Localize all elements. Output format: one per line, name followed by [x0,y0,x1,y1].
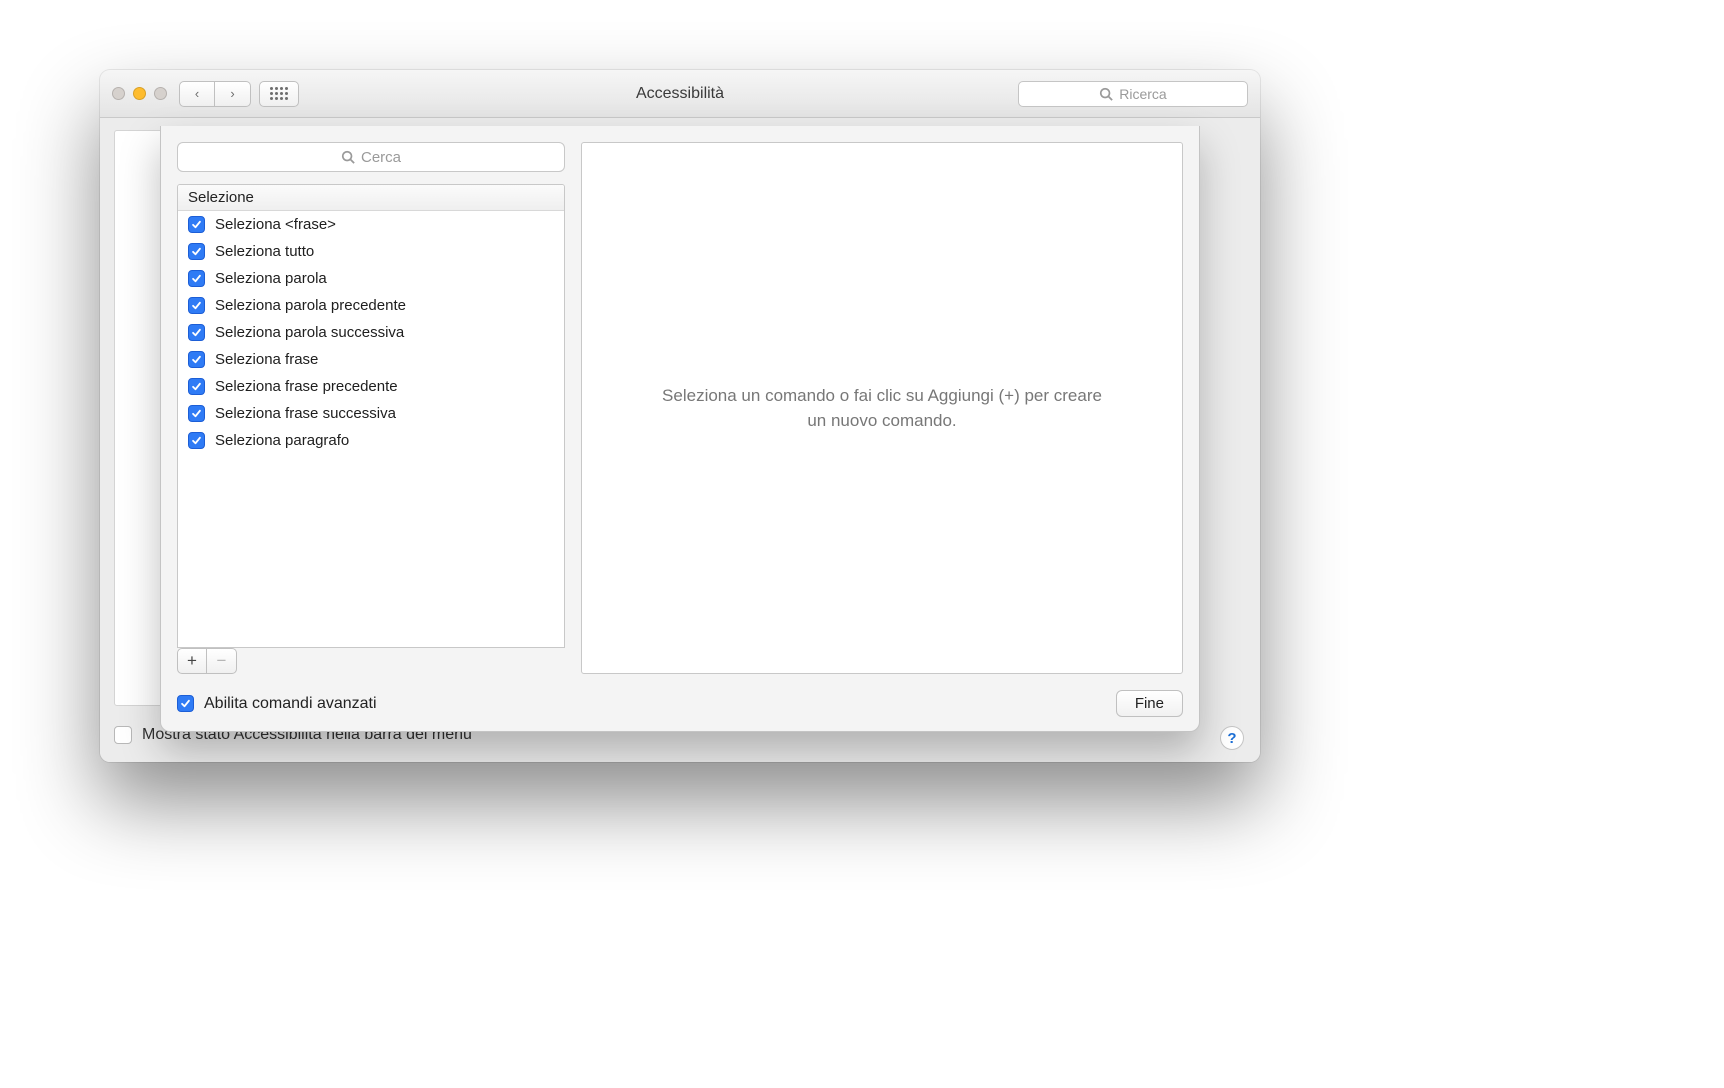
preferences-window: ‹ › Accessibilità Ricerca [100,70,1260,762]
search-icon [1099,87,1113,101]
done-button-label: Fine [1135,695,1164,712]
command-label: Seleziona <frase> [215,216,336,233]
close-window-button[interactable] [112,87,125,100]
list-item[interactable]: Seleziona frase successiva [178,400,564,427]
titlebar: ‹ › Accessibilità Ricerca [100,70,1260,118]
toolbar-search-placeholder: Ricerca [1119,86,1166,102]
chevron-left-icon: ‹ [195,86,199,101]
show-all-button[interactable] [259,81,299,107]
plus-icon: + [187,651,197,671]
done-button[interactable]: Fine [1116,690,1183,717]
add-command-button[interactable]: + [177,648,207,674]
command-label: Seleziona tutto [215,243,314,260]
command-checkbox[interactable] [188,216,205,233]
command-label: Seleziona frase [215,351,318,368]
command-label: Seleziona paragrafo [215,432,349,449]
nav-forward-button[interactable]: › [215,81,251,107]
command-label: Seleziona parola precedente [215,297,406,314]
command-label: Seleziona parola successiva [215,324,404,341]
remove-command-button[interactable]: − [207,648,237,674]
command-checkbox[interactable] [188,297,205,314]
minus-icon: − [217,651,227,671]
zoom-window-button[interactable] [154,87,167,100]
command-checkbox[interactable] [188,270,205,287]
command-detail-pane: Seleziona un comando o fai clic su Aggiu… [581,142,1183,674]
list-item[interactable]: Seleziona tutto [178,238,564,265]
list-item[interactable]: Seleziona parola successiva [178,319,564,346]
list-item[interactable]: Seleziona parola [178,265,564,292]
list-item[interactable]: Seleziona parola precedente [178,292,564,319]
commands-search-placeholder: Cerca [361,149,401,166]
window-controls [112,87,167,100]
add-remove-buttons: + − [177,648,565,674]
command-label: Seleziona frase successiva [215,405,396,422]
list-item[interactable]: Seleziona paragrafo [178,427,564,454]
command-checkbox[interactable] [188,378,205,395]
command-checkbox[interactable] [188,243,205,260]
commands-list-body[interactable]: Seleziona <frase> Seleziona tutto Selezion… [178,211,564,647]
menubar-status-checkbox[interactable] [114,726,132,744]
nav-buttons: ‹ › [179,81,251,107]
help-icon: ? [1227,730,1236,747]
commands-sheet: Cerca Selezione Seleziona <frase>Selezio… [160,126,1200,732]
command-checkbox[interactable] [188,351,205,368]
detail-placeholder-text: Seleziona un comando o fai clic su Aggiu… [662,383,1102,434]
nav-back-button[interactable]: ‹ [179,81,215,107]
sheet-footer: Abilita comandi avanzati Fine [177,690,1183,717]
command-checkbox[interactable] [188,405,205,422]
search-icon [341,150,355,164]
commands-search-field[interactable]: Cerca [177,142,565,172]
list-item[interactable]: Seleziona <frase> [178,211,564,238]
help-button[interactable]: ? [1220,726,1244,750]
advanced-commands-label: Abilita comandi avanzati [204,695,377,713]
commands-list: Selezione Seleziona <frase> Seleziona tut… [177,184,565,648]
list-item[interactable]: Seleziona frase precedente [178,373,564,400]
command-checkbox[interactable] [188,432,205,449]
command-label: Seleziona parola [215,270,327,287]
toolbar-search-field[interactable]: Ricerca [1018,81,1248,107]
grid-icon [270,87,288,100]
list-item[interactable]: Seleziona frase [178,346,564,373]
advanced-commands-checkbox[interactable] [177,695,194,712]
minimize-window-button[interactable] [133,87,146,100]
chevron-right-icon: › [230,86,234,101]
command-label: Seleziona frase precedente [215,378,398,395]
commands-list-header: Selezione [178,185,564,211]
command-checkbox[interactable] [188,324,205,341]
